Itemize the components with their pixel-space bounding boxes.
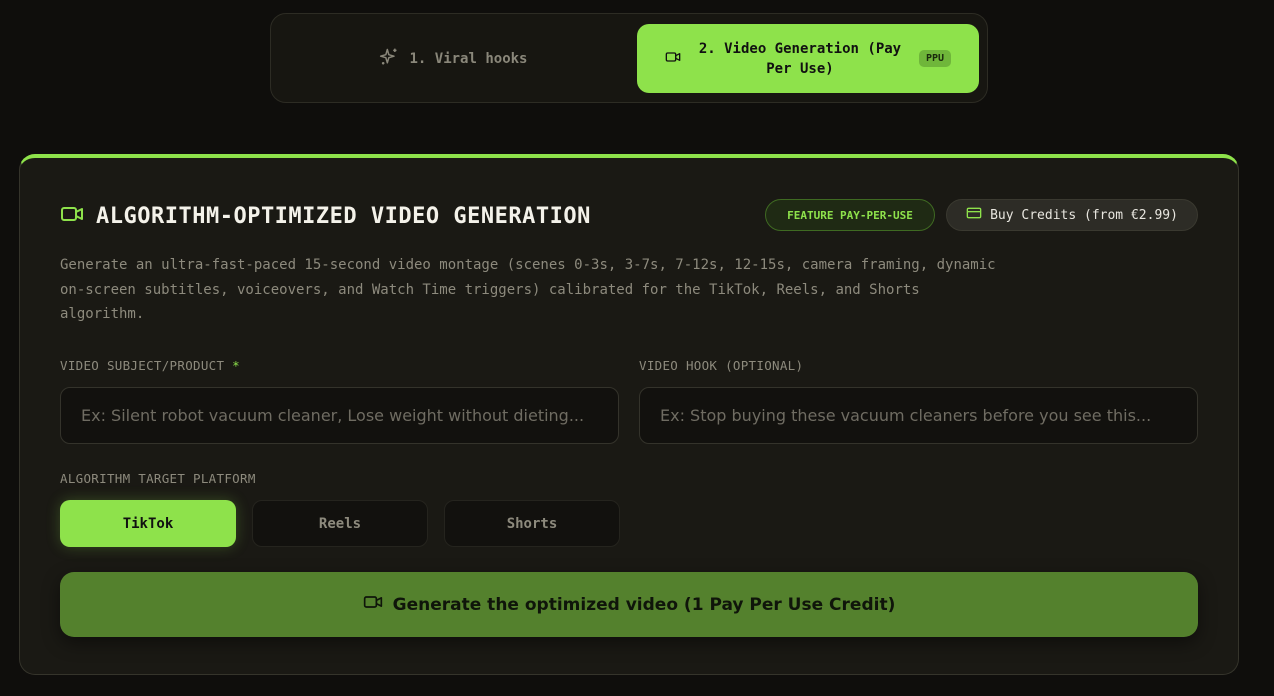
video-camera-icon bbox=[363, 592, 383, 617]
tab-video-generation-label: 2. Video Generation (Pay Per Use) bbox=[698, 40, 902, 77]
sparkles-icon bbox=[379, 47, 399, 71]
mode-tabs: 1. Viral hooks 2. Video Generation (Pay … bbox=[270, 13, 988, 103]
platform-reels-button[interactable]: Reels bbox=[252, 500, 428, 547]
generate-video-button[interactable]: Generate the optimized video (1 Pay Per … bbox=[60, 572, 1198, 637]
ppu-badge: PPU bbox=[918, 50, 952, 67]
subject-label-text: VIDEO SUBJECT/PRODUCT bbox=[60, 358, 225, 373]
platform-label: ALGORITHM TARGET PLATFORM bbox=[60, 471, 256, 486]
video-camera-icon bbox=[665, 49, 681, 69]
tab-video-generation[interactable]: 2. Video Generation (Pay Per Use) PPU bbox=[637, 24, 979, 93]
platform-tiktok-button[interactable]: TikTok bbox=[60, 500, 236, 547]
description: Generate an ultra-fast-paced 15-second v… bbox=[60, 257, 996, 322]
video-camera-icon bbox=[60, 202, 84, 230]
buy-credits-label: Buy Credits (from €2.99) bbox=[990, 207, 1178, 223]
subject-label: VIDEO SUBJECT/PRODUCT * bbox=[60, 358, 240, 373]
buy-credits-button[interactable]: Buy Credits (from €2.99) bbox=[946, 199, 1198, 231]
platform-shorts-button[interactable]: Shorts bbox=[444, 500, 620, 547]
feature-badge: FEATURE PAY-PER-USE bbox=[765, 199, 935, 231]
video-subject-input[interactable] bbox=[60, 387, 619, 444]
hook-label: VIDEO HOOK (OPTIONAL) bbox=[639, 358, 804, 373]
tab-viral-hooks-label: 1. Viral hooks bbox=[409, 50, 528, 67]
video-generation-card: ALGORITHM-OPTIMIZED VIDEO GENERATION FEA… bbox=[19, 154, 1239, 675]
required-mark: * bbox=[232, 358, 240, 373]
credit-card-icon bbox=[966, 205, 982, 225]
page-title: ALGORITHM-OPTIMIZED VIDEO GENERATION bbox=[96, 203, 591, 229]
tab-viral-hooks[interactable]: 1. Viral hooks bbox=[281, 24, 626, 93]
video-hook-input[interactable] bbox=[639, 387, 1198, 444]
card-header: ALGORITHM-OPTIMIZED VIDEO GENERATION bbox=[60, 202, 591, 230]
generate-video-label: Generate the optimized video (1 Pay Per … bbox=[392, 594, 896, 615]
